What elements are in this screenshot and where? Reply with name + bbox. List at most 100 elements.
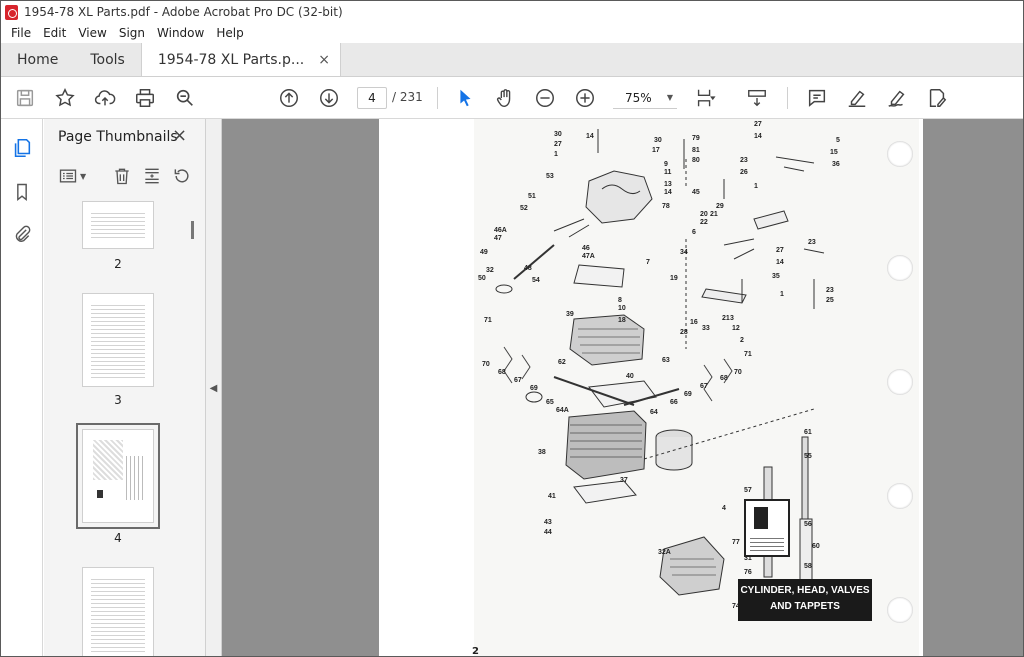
part-number-label: 53 — [546, 173, 554, 180]
part-number-label: 2 — [740, 337, 744, 344]
highlight-pen-icon[interactable] — [845, 86, 869, 110]
document-view[interactable]: 30 14 30 27 17 1 79 81 80 27 14 5 15 36 … — [222, 119, 1023, 657]
zoom-level-dropdown[interactable]: 75% ▼ — [613, 87, 677, 109]
part-number-label: 63 — [662, 357, 670, 364]
comment-icon[interactable] — [805, 86, 829, 110]
part-number-label: 78 — [662, 203, 670, 210]
exploded-view-drawing — [495, 129, 825, 618]
search-icon[interactable] — [173, 86, 197, 110]
part-number-label: 58 — [804, 563, 812, 570]
part-number-label: 67 — [700, 383, 708, 390]
menu-window[interactable]: Window — [151, 26, 210, 40]
part-number-label: 68 — [720, 375, 728, 382]
part-number-label: 14 — [586, 133, 594, 140]
delete-page-icon[interactable] — [112, 165, 132, 187]
page-thumbnail[interactable] — [82, 293, 154, 387]
menu-edit[interactable]: Edit — [37, 26, 72, 40]
part-number-label: 41 — [548, 493, 556, 500]
thumbnail-scrollbar[interactable] — [187, 205, 201, 655]
options-menu-icon[interactable]: ▼ — [58, 165, 86, 187]
part-number-label: 45 — [692, 189, 700, 196]
part-number-label: 27 — [554, 141, 562, 148]
part-number-label: 32 — [486, 267, 494, 274]
pdf-page: 30 14 30 27 17 1 79 81 80 27 14 5 15 36 … — [379, 119, 923, 657]
bookmark-icon[interactable] — [11, 181, 33, 203]
zoom-out-icon[interactable] — [533, 86, 557, 110]
part-number-label: 16 — [690, 319, 698, 326]
thumbnail-page-number: 3 — [114, 393, 122, 407]
fill-sign-icon[interactable] — [925, 86, 949, 110]
part-number-label: 19 — [670, 275, 678, 282]
select-cursor-icon[interactable] — [453, 86, 477, 110]
part-number-label: 61 — [804, 429, 812, 436]
print-icon[interactable] — [133, 86, 157, 110]
part-number-label: 55 — [804, 453, 812, 460]
tab-home[interactable]: Home — [1, 43, 74, 76]
collapse-panel-handle[interactable]: ◀ — [206, 119, 222, 656]
tab-document[interactable]: 1954-78 XL Parts.p... × — [140, 43, 341, 76]
part-number-label: 27 — [776, 247, 784, 254]
part-number-label: 13 — [664, 181, 672, 188]
part-number-label: 44 — [544, 529, 552, 536]
page-thumbnail-selected[interactable] — [82, 429, 154, 523]
part-number-label: 8 — [618, 297, 622, 304]
close-panel-icon[interactable]: × — [172, 125, 187, 146]
menu-view[interactable]: View — [72, 26, 112, 40]
hand-tool-icon[interactable] — [493, 86, 517, 110]
tab-tools[interactable]: Tools — [74, 43, 141, 76]
scroll-mode-icon[interactable] — [745, 86, 769, 110]
insert-page-icon[interactable] — [142, 165, 162, 187]
part-number-label: 76 — [744, 569, 752, 576]
draw-signature-icon[interactable] — [885, 86, 909, 110]
diagram-caption: CYLINDER, HEAD, VALVES AND TAPPETS — [738, 579, 872, 621]
part-number-label: 70 — [734, 369, 742, 376]
part-number-label: 64 — [650, 409, 658, 416]
page-thumbnails-panel: Page Thumbnails × ▼ 2 3 4 — [44, 119, 206, 656]
part-number-label: 1 — [754, 183, 758, 190]
part-number-label: 39 — [566, 311, 574, 318]
caption-line-2: AND TAPPETS — [770, 601, 840, 612]
part-number-label: 28 — [680, 329, 688, 336]
menu-file[interactable]: File — [5, 26, 37, 40]
part-number-label: 48 — [524, 265, 532, 272]
part-number-label: 67 — [514, 377, 522, 384]
star-icon[interactable] — [53, 86, 77, 110]
part-number-label: 27 — [754, 121, 762, 128]
part-number-label: 29 — [716, 203, 724, 210]
menu-sign[interactable]: Sign — [113, 26, 151, 40]
page-thumbnail[interactable] — [82, 567, 154, 656]
acrobat-pdf-icon — [5, 4, 18, 20]
part-number-label: 9 — [664, 161, 668, 168]
scanned-parts-diagram: 30 14 30 27 17 1 79 81 80 27 14 5 15 36 … — [472, 119, 919, 657]
part-number-label: 40 — [626, 373, 634, 380]
attachment-icon[interactable] — [11, 223, 33, 245]
close-tab-icon[interactable]: × — [318, 52, 330, 68]
scrollbar-thumb[interactable] — [191, 221, 194, 239]
part-number-label: 20 — [700, 211, 708, 218]
page-thumbnail[interactable] — [82, 201, 154, 249]
part-number-label: 1 — [554, 151, 558, 158]
save-icon[interactable] — [13, 86, 37, 110]
acrobat-window: 1954-78 XL Parts.pdf - Adobe Acrobat Pro… — [0, 0, 1024, 657]
part-number-label: 30 — [654, 137, 662, 144]
previous-page-icon[interactable] — [277, 86, 301, 110]
menu-bar: File Edit View Sign Window Help — [1, 23, 1023, 43]
document-tab-label: 1954-78 XL Parts.p... — [157, 51, 305, 68]
cloud-upload-icon[interactable] — [93, 86, 117, 110]
printed-page-number: 2 — [472, 646, 479, 657]
title-bar: 1954-78 XL Parts.pdf - Adobe Acrobat Pro… — [1, 1, 1023, 23]
page-number-input[interactable]: 4 — [357, 87, 387, 109]
rotate-page-icon[interactable] — [172, 165, 192, 187]
page-thumbnails-icon[interactable] — [11, 137, 33, 159]
menu-help[interactable]: Help — [210, 26, 249, 40]
thumbnail-page-number: 4 — [114, 531, 122, 545]
zoom-in-icon[interactable] — [573, 86, 597, 110]
part-number-label: 77 — [732, 539, 740, 546]
toolbar-divider — [437, 87, 438, 109]
parts-catalog-logo-box — [744, 499, 790, 557]
page-display-icon[interactable] — [693, 86, 717, 110]
part-number-label: 21 — [710, 211, 718, 218]
part-number-label: 57 — [744, 487, 752, 494]
next-page-icon[interactable] — [317, 86, 341, 110]
part-number-label: 23 — [826, 287, 834, 294]
